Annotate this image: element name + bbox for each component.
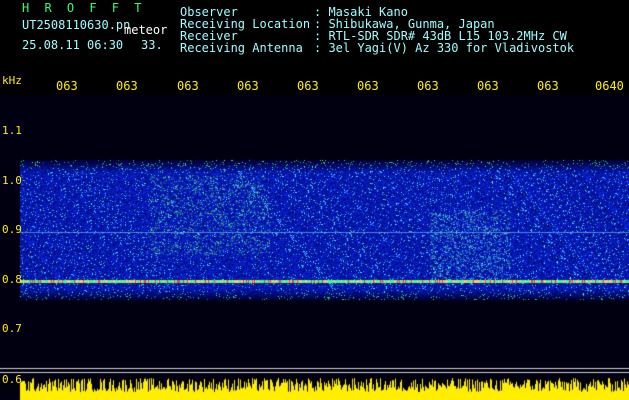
file-name: UT2508110630.pn xyxy=(22,18,131,32)
x-tick: 0640 xyxy=(595,79,624,93)
y-tick: 0.7 xyxy=(2,322,22,335)
x-tick: 063 xyxy=(357,79,379,93)
x-tick: 063 xyxy=(116,79,138,93)
x-tick: 063 xyxy=(537,79,559,93)
x-tick: 063 xyxy=(417,79,439,93)
y-tick: 1.1 xyxy=(2,124,22,137)
y-tick: 0.8 xyxy=(2,273,22,286)
axis-unit: kHz xyxy=(2,74,22,87)
y-tick: 0.6 xyxy=(2,373,22,386)
x-tick: 063 xyxy=(177,79,199,93)
app-title: H R O F F T xyxy=(22,1,146,15)
info-value-antenna: : 3el Yagi(V) Az 330 for Vladivostok xyxy=(314,41,575,55)
timestamp: 25.08.11 06:30 xyxy=(22,38,124,52)
y-tick: 0.9 xyxy=(2,223,22,236)
info-label-antenna: Receiving Antenna xyxy=(180,41,303,55)
spectrogram xyxy=(0,95,629,400)
y-tick: 1.0 xyxy=(2,174,22,187)
x-tick: 063 xyxy=(56,79,78,93)
count-label: 33. xyxy=(141,38,163,52)
mode-label: meteor xyxy=(124,23,168,37)
x-tick: 063 xyxy=(237,79,259,93)
x-tick: 063 xyxy=(297,79,319,93)
x-tick: 063 xyxy=(477,79,499,93)
